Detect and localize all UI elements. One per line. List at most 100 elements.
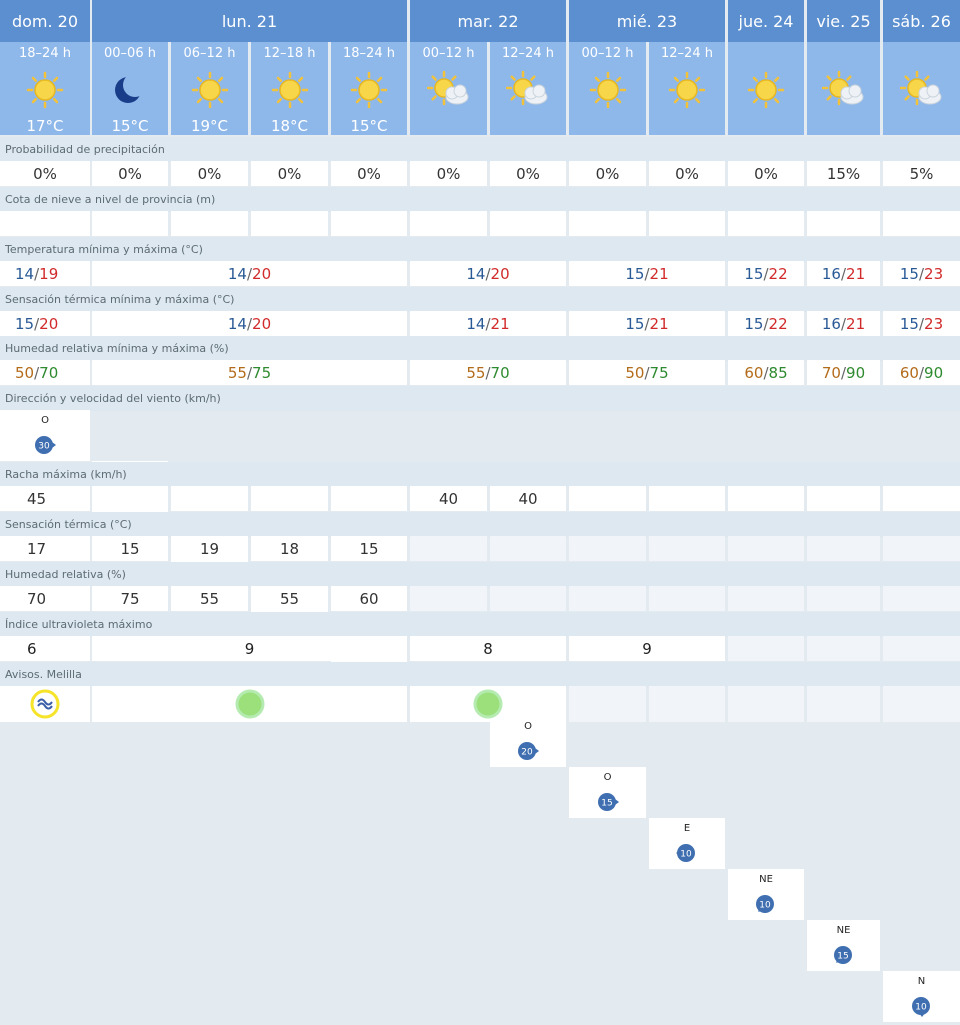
wind-arrow-icon: 30 <box>30 430 60 460</box>
min-value: 15 <box>899 264 919 283</box>
snow-cell <box>490 211 566 236</box>
day-header[interactable]: dom. 20 <box>0 0 90 42</box>
gust-cell <box>807 486 880 511</box>
min-value: 14 <box>466 264 486 283</box>
humidity-cell: 75 <box>92 586 168 611</box>
minmax-cell: 16 / 21 <box>807 261 880 286</box>
gust-cell <box>728 486 804 511</box>
minmax-cell: 15 / 23 <box>883 311 960 336</box>
minmax-cell: 15 / 20 <box>0 311 90 336</box>
wind-arrow-icon: 10 <box>907 991 937 1021</box>
period-label: 12–18 h <box>263 46 316 61</box>
aviso-cell <box>883 686 960 722</box>
min-value: 50 <box>15 363 35 382</box>
coastal-warning-icon[interactable] <box>30 689 60 719</box>
min-value: 15 <box>899 314 919 333</box>
uv-value: 9 <box>642 639 652 658</box>
minmax-cell: 14 / 20 <box>92 261 407 286</box>
period-temp: 15°C <box>111 117 149 135</box>
period-cell: 12–18 h 18°C <box>251 42 328 135</box>
period-label: 18–24 h <box>343 46 395 61</box>
humidity-cell <box>883 586 960 611</box>
feel-cell: 15 <box>331 536 407 561</box>
precip-cell: 0% <box>490 161 566 186</box>
minmax-cell: 70 / 90 <box>807 360 880 385</box>
sun-cloud-icon <box>821 70 866 110</box>
snow-cell <box>807 211 880 236</box>
max-value: 21 <box>649 264 669 283</box>
humidity-cell <box>490 586 566 611</box>
wind-arrow-icon: 10 <box>751 889 781 919</box>
max-value: 23 <box>924 314 944 333</box>
min-value: 14 <box>466 314 486 333</box>
min-value: 16 <box>821 264 841 283</box>
aviso-cell[interactable] <box>0 686 90 722</box>
day-header[interactable]: jue. 24 <box>728 0 804 42</box>
max-value: 90 <box>924 363 944 382</box>
period-cell: 18–24 h 15°C <box>331 42 407 135</box>
minmax-cell: 60 / 85 <box>728 360 804 385</box>
feel-cell <box>410 536 487 561</box>
aviso-cell[interactable] <box>410 686 566 722</box>
day-header[interactable]: sáb. 26 <box>883 0 960 42</box>
precip-cell: 0% <box>331 161 407 186</box>
day-header[interactable]: mié. 23 <box>569 0 725 42</box>
gust-cell <box>331 486 407 511</box>
wind-cell: O 20 <box>490 716 566 767</box>
min-value: 15 <box>15 314 35 333</box>
feel-cell: 17 <box>0 536 90 561</box>
snow-cell <box>0 211 90 236</box>
max-value: 21 <box>846 314 866 333</box>
gust-cell <box>92 486 168 511</box>
aviso-cell <box>807 686 880 722</box>
humidity-cell: 60 <box>331 586 407 611</box>
row-label: Probabilidad de precipitación <box>0 137 960 162</box>
minmax-cell: 15 / 21 <box>569 311 725 336</box>
day-header[interactable]: lun. 21 <box>92 0 407 42</box>
snow-cell <box>649 211 725 236</box>
max-value: 20 <box>490 264 510 283</box>
minmax-cell: 50 / 75 <box>569 360 725 385</box>
period-temp: 17°C <box>26 117 64 135</box>
minmax-cell: 55 / 70 <box>410 360 566 385</box>
period-label: 18–24 h <box>19 46 71 61</box>
feel-cell: 18 <box>251 536 328 561</box>
aviso-cell[interactable] <box>92 686 407 722</box>
min-value: 70 <box>821 363 841 382</box>
max-value: 21 <box>490 314 510 333</box>
min-value: 50 <box>625 363 645 382</box>
wind-arrow-icon: 15 <box>829 940 859 970</box>
no-warning-icon[interactable] <box>235 689 265 719</box>
snow-cell <box>883 211 960 236</box>
precip-cell: 0% <box>410 161 487 186</box>
sun-icon <box>347 70 391 110</box>
max-value: 21 <box>649 314 669 333</box>
humidity-cell <box>728 586 804 611</box>
feel-cell <box>807 536 880 561</box>
uv-cell <box>728 636 804 661</box>
aviso-cell <box>649 686 725 722</box>
gust-cell <box>251 486 328 511</box>
no-warning-icon[interactable] <box>473 689 503 719</box>
uv-value: 6 <box>27 639 37 658</box>
period-label: 00–06 h <box>104 46 156 61</box>
wind-cell: NE 10 <box>728 869 804 920</box>
period-label: 00–12 h <box>422 46 475 61</box>
min-value: 15 <box>744 314 764 333</box>
wind-speed: 15 <box>601 799 612 809</box>
wind-direction: E <box>683 823 691 834</box>
sun-icon <box>23 70 67 110</box>
max-value: 23 <box>924 264 944 283</box>
wind-cell: O 30 <box>0 410 90 461</box>
period-label: 12–24 h <box>502 46 554 61</box>
gust-cell: 40 <box>490 486 566 511</box>
day-header[interactable]: mar. 22 <box>410 0 566 42</box>
min-value: 14 <box>227 264 247 283</box>
wind-direction: O <box>41 415 49 426</box>
snow-cell <box>569 211 646 236</box>
day-header[interactable]: vie. 25 <box>807 0 880 42</box>
row-label: Dirección y velocidad del viento (km/h) <box>0 386 960 411</box>
gust-cell <box>649 486 725 511</box>
humidity-cell: 70 <box>0 586 90 611</box>
precip-cell: 0% <box>728 161 804 186</box>
